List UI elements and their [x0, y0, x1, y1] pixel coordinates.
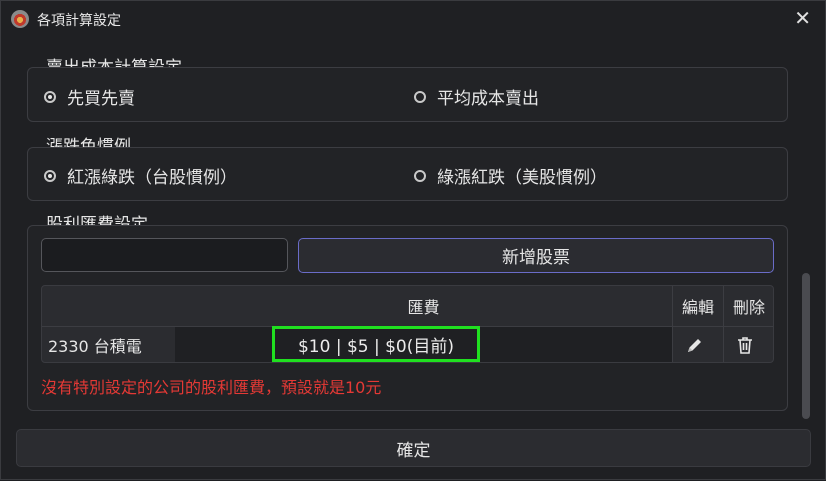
app-logo-icon	[11, 10, 29, 28]
sell-cost-group: 先買先賣 平均成本賣出	[27, 67, 788, 122]
add-stock-button[interactable]: 新增股票	[298, 238, 774, 273]
color-convention-group: 紅漲綠跌（台股慣例） 綠漲紅跌（美股慣例）	[27, 147, 788, 201]
radio-red-up-dot	[44, 169, 56, 182]
confirm-button[interactable]: 確定	[16, 429, 811, 467]
radio-red-up-label: 紅漲綠跌（台股慣例）	[67, 168, 237, 188]
pencil-icon[interactable]	[681, 331, 709, 359]
radio-fifo-label: 先買先賣	[67, 89, 135, 109]
stock-input[interactable]	[41, 238, 288, 272]
stock-name-cell: 2330 台積電	[48, 337, 142, 356]
scrollbar[interactable]	[802, 273, 810, 419]
radio-average-cost-dot	[414, 90, 426, 103]
close-icon[interactable]: ✕	[794, 8, 811, 28]
dialog-content: 賣出成本計算設定 先買先賣 平均成本賣出 漲跌色慣例 紅漲綠跌（台股慣例） 綠漲…	[1, 39, 826, 481]
radio-red-up-green-down[interactable]: 紅漲綠跌（台股慣例）	[44, 163, 237, 188]
radio-fifo-dot	[44, 90, 56, 103]
radio-green-up-dot	[414, 169, 426, 182]
trash-icon[interactable]	[731, 331, 759, 359]
default-fee-note: 沒有特別設定的公司的股利匯費，預設就是10元	[41, 378, 382, 397]
radio-average-cost[interactable]: 平均成本賣出	[414, 84, 539, 109]
radio-fifo[interactable]: 先買先賣	[44, 84, 135, 109]
header-fee: 匯費	[407, 298, 440, 317]
radio-average-cost-label: 平均成本賣出	[437, 89, 539, 109]
fee-value-cell[interactable]: $10 | $5 | $0(目前)	[272, 326, 480, 362]
title-bar: 各項計算設定 ✕	[1, 1, 825, 39]
window-title: 各項計算設定	[37, 13, 121, 29]
radio-green-up-label: 綠漲紅跌（美股慣例）	[437, 168, 607, 188]
settings-dialog: 各項計算設定 ✕ 賣出成本計算設定 先買先賣 平均成本賣出 漲跌色慣例 紅漲綠跌…	[0, 0, 826, 480]
header-delete: 刪除	[732, 298, 765, 317]
header-edit: 編輯	[681, 298, 714, 317]
radio-green-up-red-down[interactable]: 綠漲紅跌（美股慣例）	[414, 163, 607, 188]
